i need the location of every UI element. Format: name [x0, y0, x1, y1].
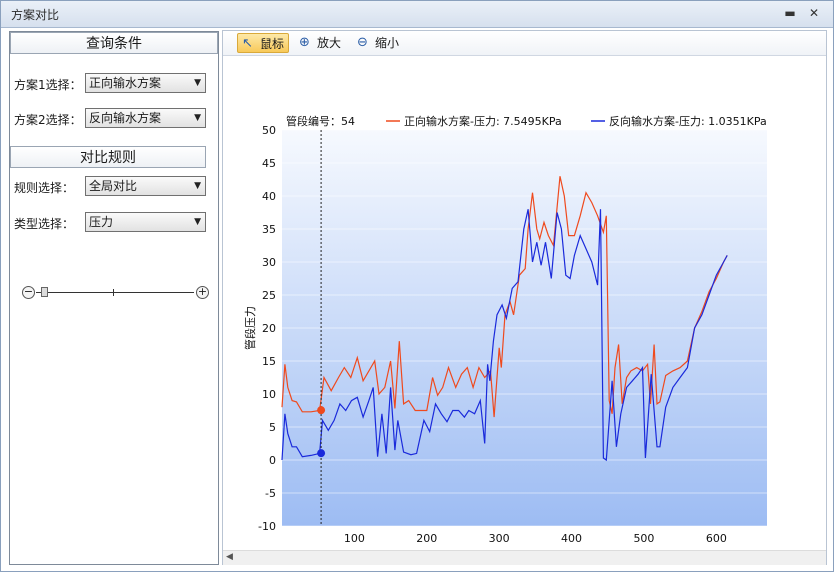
comparison-window: 方案对比 ▬ ✕ 查询条件 方案1选择： 正向输水方案 ▼ 方案2选择： 反向输… — [0, 0, 834, 572]
y-tick-label: 30 — [262, 256, 276, 269]
mouse-tool-button[interactable]: ↖ 鼠标 — [237, 33, 290, 53]
legend-label-1: 正向输水方案-压力: 7.5495KPa — [404, 114, 562, 128]
slider-thumb[interactable] — [40, 287, 48, 297]
x-tick-label: 300 — [489, 532, 510, 545]
scheme1-select[interactable]: 正向输水方案 ▼ — [85, 73, 206, 93]
slider-tick — [113, 289, 114, 296]
scheme1-value: 正向输水方案 — [89, 76, 162, 90]
x-tick-label: 100 — [344, 532, 365, 545]
scheme2-select[interactable]: 反向输水方案 ▼ — [85, 108, 206, 128]
mouse-tool-label: 鼠标 — [260, 37, 285, 51]
y-tick-label: -10 — [258, 520, 276, 533]
y-axis-label: 管段压力 — [243, 306, 257, 350]
cursor-icon: ↖ — [242, 36, 253, 51]
minimize-button[interactable]: ▬ — [781, 5, 799, 21]
y-tick-label: 20 — [262, 322, 276, 335]
zoom-slider[interactable]: − + — [22, 284, 209, 302]
chart-legend: 正向输水方案-压力: 7.5495KPa 反向输水方案-压力: 1.0351KPa — [386, 114, 767, 128]
zoom-in-label: 放大 — [317, 36, 342, 50]
y-tick-label: 10 — [262, 388, 276, 401]
y-tick-label: 25 — [262, 289, 276, 302]
close-button[interactable]: ✕ — [805, 5, 823, 21]
horizontal-scrollbar[interactable]: ◀ — [223, 550, 826, 565]
cursor-segment-label: 管段编号：54 — [286, 114, 355, 128]
x-tick-label: 500 — [633, 532, 654, 545]
x-tick-label: 600 — [706, 532, 727, 545]
legend-label-2: 反向输水方案-压力: 1.0351KPa — [609, 114, 767, 128]
zoom-out-button[interactable]: ⊖ 缩小 — [353, 33, 403, 53]
chevron-down-icon: ▼ — [194, 217, 201, 227]
y-axis: -10 -5 0 5 10 15 20 25 30 35 40 45 50 — [258, 124, 276, 533]
zoom-out-label: 缩小 — [375, 36, 400, 50]
x-tick-label: 400 — [561, 532, 582, 545]
scheme2-value: 反向输水方案 — [89, 111, 162, 125]
scheme1-label: 方案1选择： — [14, 78, 82, 92]
plus-icon[interactable]: + — [196, 286, 209, 299]
comparison-rules-header: 对比规则 — [10, 146, 206, 168]
y-tick-label: 35 — [262, 223, 276, 236]
y-tick-label: 45 — [262, 157, 276, 170]
query-panel: 查询条件 方案1选择： 正向输水方案 ▼ 方案2选择： 反向输水方案 ▼ 对比规… — [9, 31, 219, 565]
y-tick-label: 40 — [262, 190, 276, 203]
zoom-in-button[interactable]: ⊕ 放大 — [295, 33, 345, 53]
rule-select[interactable]: 全局对比 ▼ — [85, 176, 206, 196]
chevron-down-icon: ▼ — [194, 181, 201, 191]
y-tick-label: -5 — [265, 487, 276, 500]
y-tick-label: 15 — [262, 355, 276, 368]
minus-icon[interactable]: − — [22, 286, 35, 299]
y-tick-label: 50 — [262, 124, 276, 137]
rule-value: 全局对比 — [89, 179, 138, 193]
chart-toolbar: ↖ 鼠标 ⊕ 放大 ⊖ 缩小 — [223, 31, 826, 56]
x-axis: 100 200 300 400 500 600 — [344, 532, 727, 545]
pressure-comparison-chart[interactable]: -10 -5 0 5 10 15 20 25 30 35 40 45 50 100 200 300 400 50… — [223, 56, 826, 550]
window-title: 方案对比 — [11, 8, 60, 22]
type-label: 类型选择： — [14, 217, 75, 231]
zoom-in-icon: ⊕ — [299, 35, 310, 50]
y-tick-label: 5 — [269, 421, 276, 434]
chevron-down-icon: ▼ — [194, 78, 201, 88]
cursor-marker-1 — [317, 406, 326, 415]
type-value: 压力 — [89, 215, 114, 229]
title-bar: 方案对比 ▬ ✕ — [1, 1, 833, 28]
chevron-down-icon: ▼ — [194, 113, 201, 123]
slider-track — [36, 292, 194, 293]
chart-panel: ↖ 鼠标 ⊕ 放大 ⊖ 缩小 -10 -5 0 5 10 15 20 25 30 35 40 45 50 — [222, 30, 827, 565]
y-tick-label: 0 — [269, 454, 276, 467]
rule-label: 规则选择： — [14, 181, 75, 195]
type-select[interactable]: 压力 ▼ — [85, 212, 206, 232]
x-tick-label: 200 — [416, 532, 437, 545]
scheme2-label: 方案2选择： — [14, 113, 82, 127]
query-conditions-header: 查询条件 — [10, 32, 218, 54]
scroll-left-icon[interactable]: ◀ — [226, 552, 233, 562]
zoom-out-icon: ⊖ — [357, 35, 368, 50]
cursor-marker-2 — [317, 449, 326, 458]
